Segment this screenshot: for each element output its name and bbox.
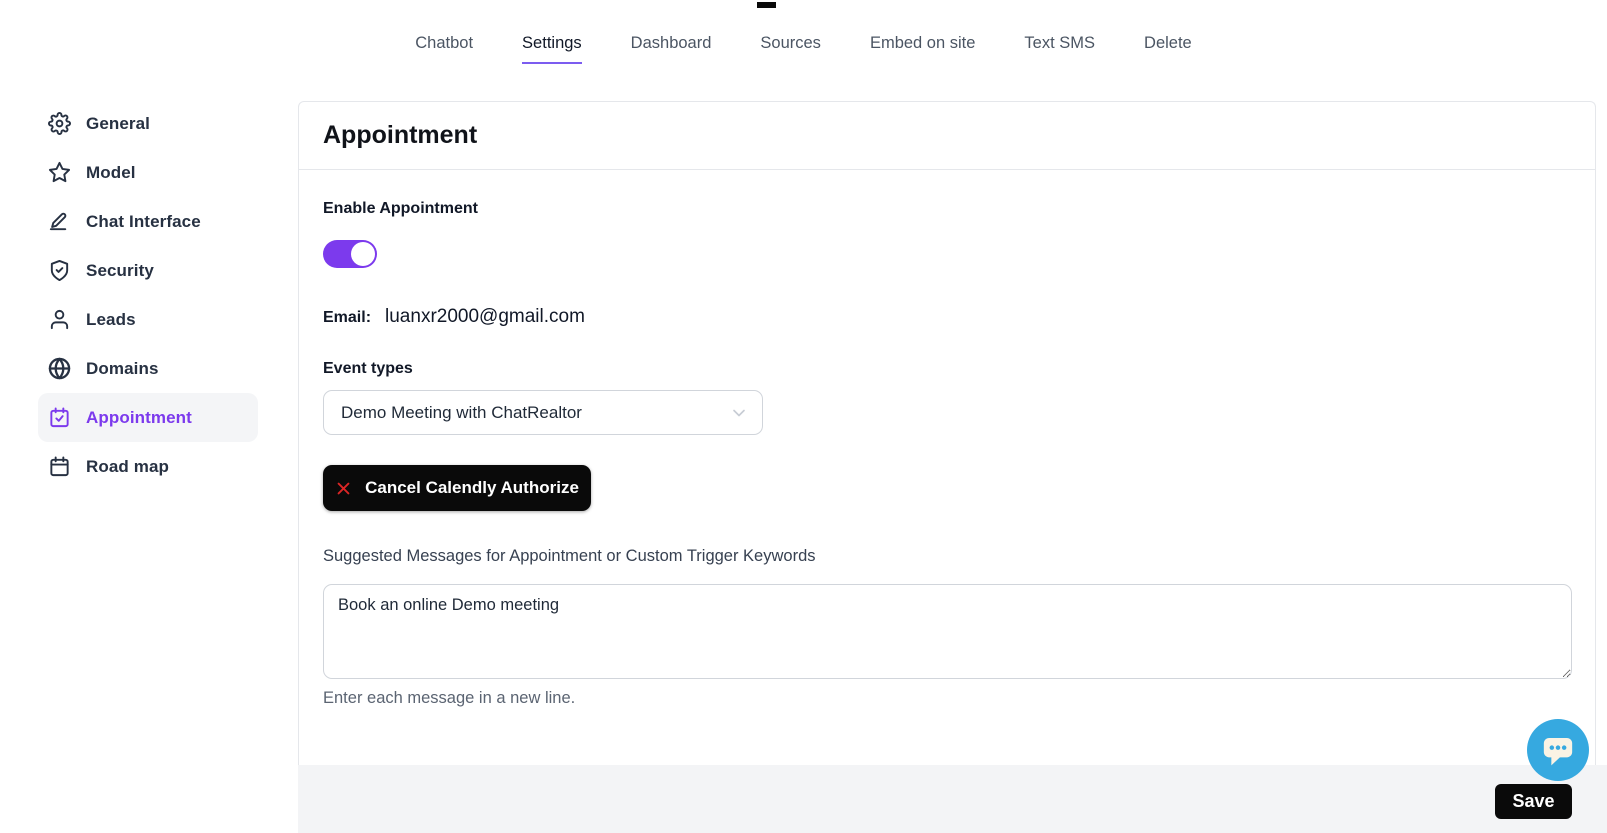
user-icon [48,308,71,331]
sidebar-item-label: Domains [86,359,159,379]
tab-embed-on-site[interactable]: Embed on site [870,34,975,64]
sidebar-item-label: General [86,114,150,134]
tab-sources[interactable]: Sources [760,34,821,64]
suggested-messages-hint: Enter each message in a new line. [323,689,1571,708]
tab-dashboard[interactable]: Dashboard [631,34,712,64]
chevron-down-icon [729,403,749,423]
gear-icon [48,112,71,135]
email-row: Email: luanxr2000@gmail.com [323,306,1571,328]
sidebar-item-label: Model [86,163,136,183]
calendar-check-icon [48,406,71,429]
event-types-select[interactable]: Demo Meeting with ChatRealtor [323,390,763,435]
star-icon [48,161,71,184]
sidebar-item-label: Road map [86,457,169,477]
save-bar: Save [298,765,1607,833]
sidebar-item-label: Security [86,261,154,281]
cancel-calendly-authorize-button[interactable]: Cancel Calendly Authorize [323,465,591,511]
enable-appointment-label: Enable Appointment [323,200,1571,218]
sidebar-item-road-map[interactable]: Road map [38,442,258,491]
event-types-selected-value: Demo Meeting with ChatRealtor [341,403,582,423]
calendar-icon [48,455,71,478]
chat-widget-button[interactable] [1527,719,1589,781]
top-nav: Chatbot Settings Dashboard Sources Embed… [0,34,1607,64]
shield-check-icon [48,259,71,282]
panel-header: Appointment [299,102,1595,170]
sidebar-item-label: Leads [86,310,136,330]
sidebar-item-domains[interactable]: Domains [38,344,258,393]
sidebar-item-general[interactable]: General [38,99,258,148]
sidebar-item-label: Appointment [86,408,192,428]
sidebar-item-model[interactable]: Model [38,148,258,197]
tab-chatbot[interactable]: Chatbot [415,34,473,64]
page-title: Appointment [323,121,1571,150]
cancel-calendly-label: Cancel Calendly Authorize [365,478,579,498]
sidebar-item-leads[interactable]: Leads [38,295,258,344]
tab-delete[interactable]: Delete [1144,34,1192,64]
suggested-messages-label: Suggested Messages for Appointment or Cu… [323,547,1571,566]
sidebar-item-security[interactable]: Security [38,246,258,295]
email-label: Email: [323,309,371,327]
toggle-knob [351,242,375,266]
sidebar-item-chat-interface[interactable]: Chat Interface [38,197,258,246]
chat-bubble-icon [1538,730,1578,770]
appointment-panel: Appointment Enable Appointment Email: lu… [298,101,1596,765]
sidebar-item-appointment[interactable]: Appointment [38,393,258,442]
suggested-messages-textarea[interactable]: Book an online Demo meeting [323,584,1572,679]
globe-icon [48,357,71,380]
top-cropped-dash [757,2,776,8]
tab-text-sms[interactable]: Text SMS [1024,34,1095,64]
event-types-label: Event types [323,360,1571,378]
sidebar-item-label: Chat Interface [86,212,201,232]
enable-appointment-toggle[interactable] [323,240,377,268]
pencil-icon [48,210,71,233]
panel-body: Enable Appointment Email: luanxr2000@gma… [299,170,1595,708]
email-value: luanxr2000@gmail.com [385,306,585,328]
settings-sidebar: General Model Chat Interface Security Le… [38,99,258,491]
tab-settings[interactable]: Settings [522,34,582,64]
save-button[interactable]: Save [1495,784,1572,819]
x-icon [335,480,352,497]
